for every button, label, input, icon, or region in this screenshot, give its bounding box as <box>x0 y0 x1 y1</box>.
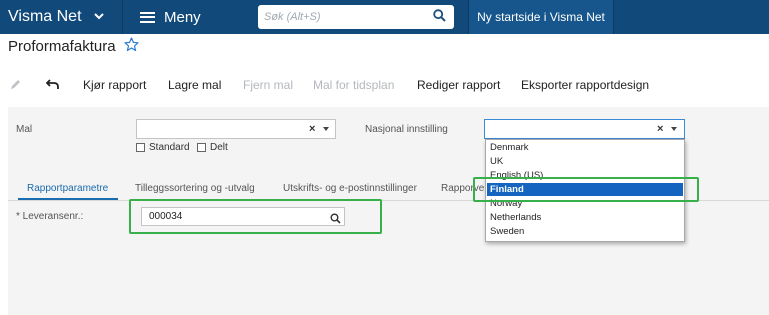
nav-divider <box>122 0 123 34</box>
page-title: Proformafaktura <box>8 38 116 55</box>
checkbox-box[interactable] <box>197 143 206 152</box>
delivery-number-label: * Leveransenr.: <box>16 211 84 222</box>
company-switcher[interactable]: Visma Net <box>0 0 122 34</box>
top-navigation-bar: Visma Net Meny Ny startside i Visma Net <box>0 0 769 34</box>
standard-label: Standard <box>149 142 190 153</box>
schedule-template-button[interactable]: Mal for tidsplan <box>313 78 394 92</box>
tab-additional-sorting[interactable]: Tilleggssortering og -utvalg <box>135 183 255 194</box>
menu-label: Meny <box>164 8 201 26</box>
option-netherlands[interactable]: Netherlands <box>487 211 683 224</box>
tab-print-email-settings[interactable]: Utskrifts- og e-postinnstillinger <box>283 183 417 194</box>
hamburger-icon <box>140 11 155 23</box>
option-sweden[interactable]: Sweden <box>487 225 683 238</box>
shared-checkbox[interactable]: Delt <box>197 142 228 153</box>
highlight-finland-option <box>473 177 699 202</box>
tab-new-startpage[interactable]: Ny startside i Visma Net <box>469 0 613 34</box>
remove-template-button[interactable]: Fjern mal <box>243 78 293 92</box>
national-setting-label: Nasjonal innstilling <box>365 124 448 135</box>
search-box <box>258 5 454 29</box>
run-report-button[interactable]: Kjør rapport <box>83 78 146 92</box>
pencil-icon[interactable] <box>10 79 21 93</box>
option-uk[interactable]: UK <box>487 155 683 168</box>
highlight-delivery-field <box>129 199 382 234</box>
national-setting-select[interactable]: × <box>484 119 685 139</box>
shared-label: Delt <box>210 142 228 153</box>
chevron-down-icon[interactable] <box>671 127 677 131</box>
menu-button[interactable]: Meny <box>140 0 201 34</box>
toolbar: Kjør rapport Lagre mal Fjern mal Mal for… <box>0 74 769 98</box>
save-template-button[interactable]: Lagre mal <box>168 78 221 92</box>
edit-report-button[interactable]: Rediger rapport <box>417 78 500 92</box>
chevron-down-icon[interactable] <box>323 127 329 131</box>
template-label: Mal <box>16 124 33 135</box>
search-icon[interactable] <box>433 9 446 27</box>
standard-checkbox[interactable]: Standard <box>136 142 190 153</box>
option-denmark[interactable]: Denmark <box>487 141 683 154</box>
template-select[interactable]: × <box>136 119 336 139</box>
brand-name: Visma Net <box>8 8 82 25</box>
clear-icon[interactable]: × <box>309 123 315 135</box>
checkbox-box[interactable] <box>136 143 145 152</box>
search-input[interactable] <box>258 5 428 29</box>
star-favorite-icon[interactable] <box>124 37 139 57</box>
chevron-down-icon <box>93 11 104 23</box>
tab-report-parameters[interactable]: Rapportparametre <box>27 183 108 194</box>
clear-icon[interactable]: × <box>657 123 663 135</box>
nav-divider <box>613 0 614 34</box>
export-design-button[interactable]: Eksporter rapportdesign <box>521 78 649 92</box>
undo-icon[interactable] <box>45 79 59 93</box>
